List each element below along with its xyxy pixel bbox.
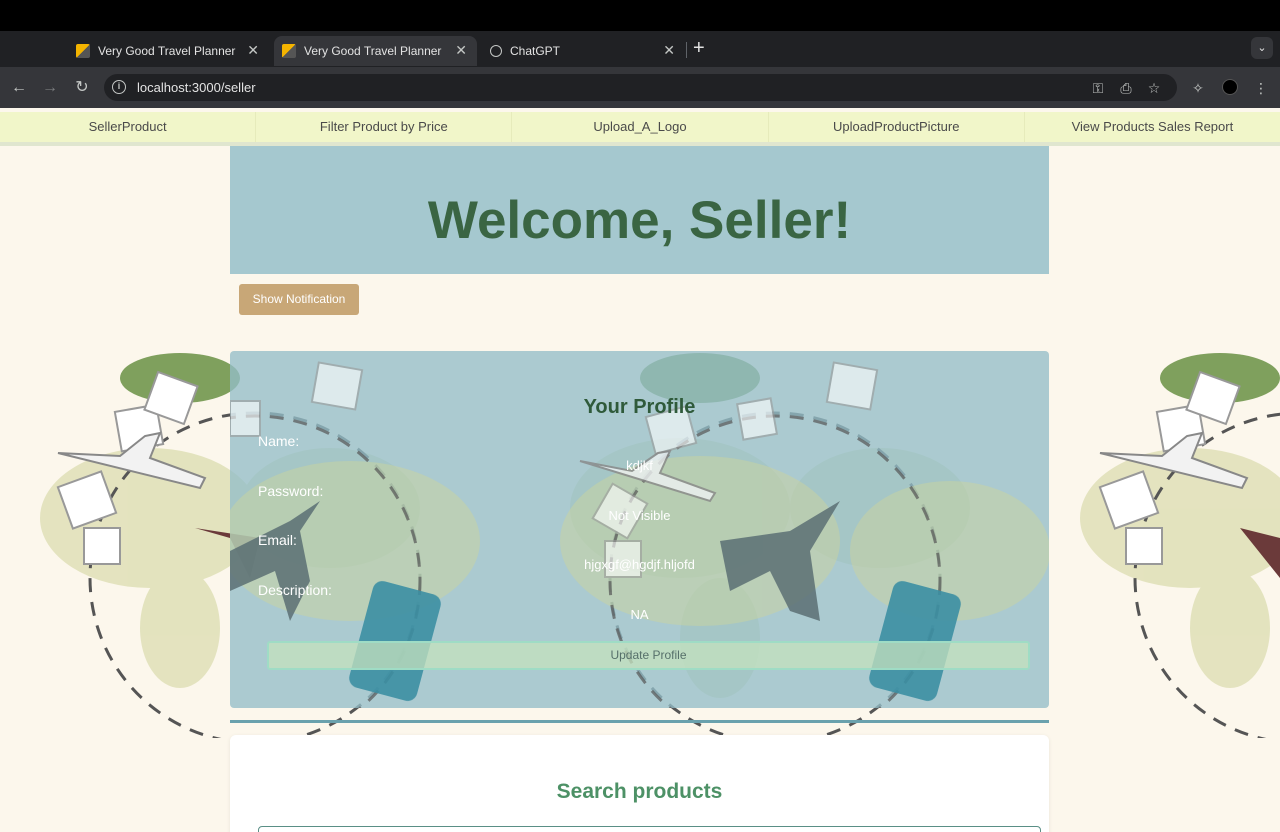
close-icon[interactable]: ✕ — [455, 43, 467, 57]
new-tab-icon[interactable]: + — [693, 38, 705, 58]
tab-title: Very Good Travel Planner — [304, 44, 442, 58]
url-text[interactable]: localhost:3000/seller — [137, 80, 256, 95]
show-notification-button[interactable]: Show Notification — [239, 284, 359, 315]
reload-icon[interactable]: ↻ — [72, 78, 92, 98]
password-key-icon[interactable]: ⚿ — [1089, 79, 1107, 97]
email-label: Email: — [258, 532, 297, 548]
profile-avatar-icon[interactable] — [1222, 79, 1238, 95]
top-navigation: SellerProduct Filter Product by Price Up… — [0, 112, 1280, 142]
bookmark-star-icon[interactable]: ☆ — [1145, 79, 1163, 97]
page-content: SellerProduct Filter Product by Price Up… — [0, 108, 1280, 832]
openai-icon — [490, 45, 502, 57]
profile-title: Your Profile — [583, 396, 696, 418]
tab-title: Very Good Travel Planner — [98, 44, 236, 58]
tab-search-icon[interactable]: ⌄ — [1251, 37, 1273, 59]
password-label: Password: — [258, 483, 324, 499]
tab-chatgpt[interactable]: ChatGPT ✕ — [482, 36, 685, 66]
tab-travel-planner-2[interactable]: Very Good Travel Planner ✕ — [274, 36, 477, 66]
back-icon[interactable]: ← — [9, 78, 29, 98]
name-value: kdjkf — [626, 458, 653, 473]
nav-item-filter-by-price[interactable]: Filter Product by Price — [256, 112, 513, 142]
password-value: Not Visible — [608, 508, 671, 523]
tab-travel-planner-1[interactable]: Very Good Travel Planner ✕ — [66, 36, 269, 66]
install-app-icon[interactable]: ⎙ — [1117, 79, 1135, 97]
search-input[interactable] — [258, 826, 1041, 832]
name-label: Name: — [258, 433, 300, 449]
nav-item-upload-logo[interactable]: Upload_A_Logo — [512, 112, 769, 142]
nav-item-seller-product[interactable]: SellerProduct — [0, 112, 257, 142]
search-title: Search products — [556, 780, 723, 803]
extension-icon[interactable]: ✧ — [1189, 79, 1207, 97]
travel-icon — [76, 44, 90, 58]
email-value: hjgxgf@hgdjf.hljofd — [584, 557, 695, 572]
update-profile-button[interactable]: Update Profile — [267, 641, 1030, 670]
site-info-icon[interactable]: i — [112, 80, 126, 94]
travel-icon — [282, 44, 296, 58]
forward-icon[interactable]: → — [40, 78, 60, 98]
close-icon[interactable]: ✕ — [247, 43, 259, 57]
os-top-bar — [0, 0, 1280, 31]
tab-title: ChatGPT — [510, 44, 561, 58]
address-bar[interactable] — [104, 74, 1177, 101]
nav-item-upload-product-picture[interactable]: UploadProductPicture — [769, 112, 1025, 142]
page-title: Welcome, Seller! — [427, 191, 852, 250]
welcome-banner: Welcome, Seller! — [230, 146, 1049, 274]
description-label: Description: — [258, 582, 332, 598]
tab-separator — [686, 42, 687, 58]
description-value: NA — [630, 607, 649, 622]
nav-item-sales-report[interactable]: View Products Sales Report — [1025, 112, 1280, 142]
section-divider — [230, 720, 1049, 723]
more-menu-icon[interactable]: ⋮ — [1252, 79, 1270, 97]
close-icon[interactable]: ✕ — [663, 43, 675, 57]
